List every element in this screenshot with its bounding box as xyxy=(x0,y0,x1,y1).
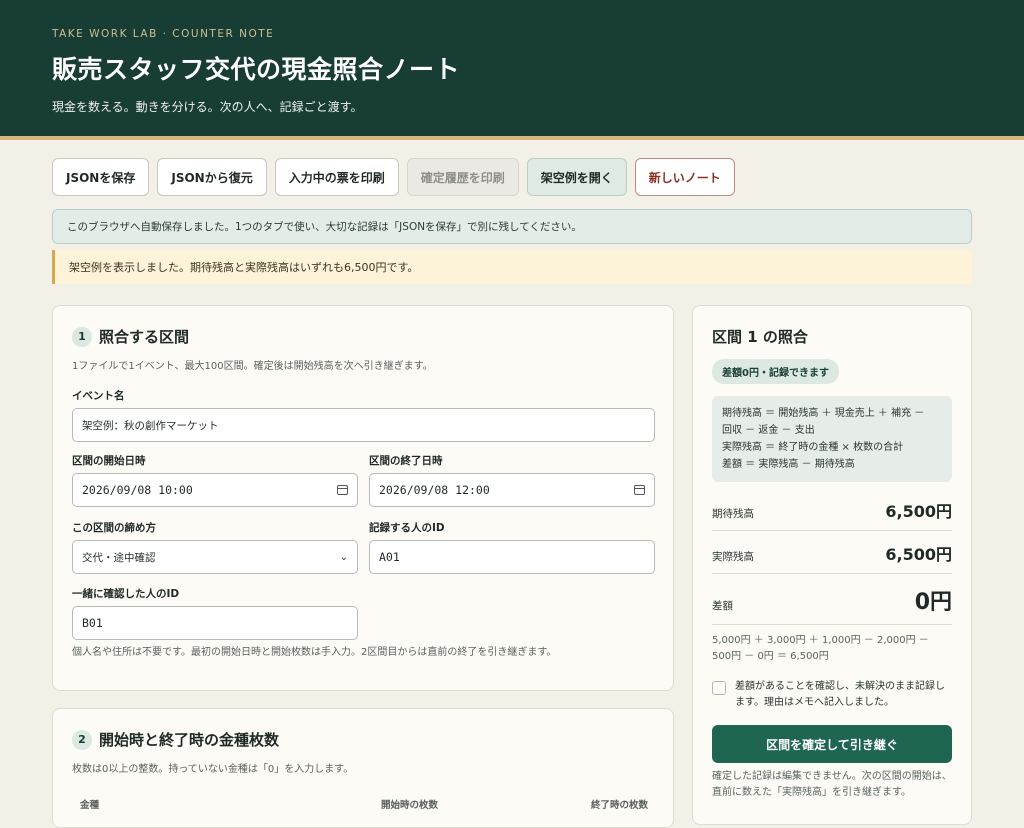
calculation-breakdown: 5,000円 ＋ 3,000円 ＋ 1,000円 － 2,000円 － 500円… xyxy=(712,633,952,665)
section-1-heading: 1 照合する区間 xyxy=(72,326,654,347)
witness-id-label: 一緒に確認した人のID xyxy=(72,588,180,600)
page-title: 販売スタッフ交代の現金照合ノート xyxy=(52,55,461,84)
start-datetime-input[interactable]: 2026/09/08 10:00 xyxy=(72,473,358,507)
event-name-value: 架空例：秋の創作マーケット xyxy=(82,419,219,432)
open-example-button[interactable]: 架空例を開く xyxy=(526,158,627,196)
calendar-icon[interactable] xyxy=(634,485,645,495)
formula-line: 期待残高 ＝ 開始残高 ＋ 現金売上 ＋ 補充 － xyxy=(722,408,925,419)
section-denomination-card: 2 開始時と終了時の金種枚数 枚数は0以上の整数。持っていない金種は「0」を入力… xyxy=(52,708,674,828)
app-header: TAKE WORK LAB · COUNTER NOTE 販売スタッフ交代の現金… xyxy=(0,0,1024,140)
calculation-line: 5,000円 ＋ 3,000円 ＋ 1,000円 － 2,000円 － xyxy=(712,635,929,646)
section-hint: 枚数は0以上の整数。持っていない金種は「0」を入力します。 xyxy=(72,764,354,775)
section-footnote: 個人名や住所は不要です。最初の開始日時と開始枚数は手入力。2区間目からは直前の終… xyxy=(72,647,557,658)
new-note-button[interactable]: 新しいノート xyxy=(634,158,735,196)
calendar-icon[interactable] xyxy=(337,485,348,495)
unresolved-confirm-label: 差額があることを確認し、未解決のまま記録します。理由はメモへ記入しました。 xyxy=(735,681,945,708)
event-name-input[interactable]: 架空例：秋の創作マーケット xyxy=(72,408,655,442)
calculation-line: 500円 － 0円 ＝ 6,500円 xyxy=(712,651,829,662)
section-number-badge: 2 xyxy=(72,729,92,750)
summary-title: 区間 1 の照合 xyxy=(712,328,808,346)
status-badge: 差額0円・記録できます xyxy=(712,359,839,384)
close-method-value: 交代・途中確認 xyxy=(82,551,156,564)
formula-line: 差額 ＝ 実際残高 － 期待残高 xyxy=(722,459,855,470)
start-datetime-label: 区間の開始日時 xyxy=(72,455,146,467)
confirm-after-note: 確定した記録は編集できません。次の区間の開始は、直前に数えた「実際残高」を引き継… xyxy=(712,771,952,798)
unresolved-confirm-checkbox[interactable] xyxy=(712,681,726,695)
section-hint: 1ファイルで1イベント、最大100区間。確定後は開始残高を次へ引き継ぎます。 xyxy=(72,361,433,372)
header-subtitle: 現金を数える。動きを分ける。次の人へ、記録ごと渡す。 xyxy=(52,100,363,114)
difference-label: 差額 xyxy=(712,600,733,612)
formula-line: 実際残高 ＝ 終了時の金種 × 枚数の合計 xyxy=(722,442,904,453)
confirm-and-carry-button[interactable]: 区間を確定して引き継ぐ xyxy=(712,725,952,763)
section-number-badge: 1 xyxy=(72,326,92,347)
unresolved-confirm-row[interactable]: 差額があることを確認し、未解決のまま記録します。理由はメモへ記入しました。 xyxy=(712,679,952,711)
example-alert: 架空例を表示しました。期待残高と実際残高はいずれも6,500円です。 xyxy=(52,250,972,284)
column-header-start-count: 開始時の枚数 xyxy=(381,800,439,811)
print-current-button[interactable]: 入力中の票を印刷 xyxy=(274,158,399,196)
end-datetime-label: 区間の終了日時 xyxy=(369,455,443,467)
restore-json-button[interactable]: JSONから復元 xyxy=(157,158,267,196)
expected-balance-value: 6,500円 xyxy=(885,502,952,521)
expected-balance-label: 期待残高 xyxy=(712,508,754,520)
section-2-heading: 2 開始時と終了時の金種枚数 xyxy=(72,729,654,750)
actual-balance-row: 実際残高 6,500円 xyxy=(712,531,952,574)
difference-row: 差額 0円 xyxy=(712,574,952,625)
print-history-button[interactable]: 確定履歴を印刷 xyxy=(406,158,519,196)
reconciliation-summary-card: 区間 1 の照合 差額0円・記録できます 期待残高 ＝ 開始残高 ＋ 現金売上 … xyxy=(692,305,972,825)
close-method-label: この区間の締め方 xyxy=(72,522,156,534)
actual-balance-value: 6,500円 xyxy=(885,545,952,564)
close-method-select[interactable]: 交代・途中確認 ⌄ xyxy=(72,540,358,574)
header-eyebrow: TAKE WORK LAB · COUNTER NOTE xyxy=(52,28,275,40)
section-title: 照合する区間 xyxy=(99,328,190,346)
column-header-denomination: 金種 xyxy=(80,800,100,811)
recorder-id-label: 記録する人のID xyxy=(369,522,445,534)
end-datetime-input[interactable]: 2026/09/08 12:00 xyxy=(369,473,655,507)
witness-id-value: B01 xyxy=(82,616,103,630)
section-title: 開始時と終了時の金種枚数 xyxy=(99,731,280,749)
autosave-notice: このブラウザへ自動保存しました。1つのタブで使い、大切な記録は「JSONを保存」… xyxy=(52,209,972,244)
chevron-down-icon: ⌄ xyxy=(339,551,348,563)
recorder-id-value: A01 xyxy=(379,550,400,564)
start-datetime-value: 2026/09/08 10:00 xyxy=(82,483,193,497)
formula-box: 期待残高 ＝ 開始残高 ＋ 現金売上 ＋ 補充 － 回収 － 返金 － 支出 実… xyxy=(712,396,952,482)
witness-id-input[interactable]: B01 xyxy=(72,606,358,640)
event-name-label: イベント名 xyxy=(72,390,125,402)
save-json-button[interactable]: JSONを保存 xyxy=(52,158,150,196)
difference-value: 0円 xyxy=(914,590,952,615)
end-datetime-value: 2026/09/08 12:00 xyxy=(379,483,490,497)
formula-line: 回収 － 返金 － 支出 xyxy=(722,425,815,436)
section-interval-card: 1 照合する区間 1ファイルで1イベント、最大100区間。確定後は開始残高を次へ… xyxy=(52,305,674,691)
recorder-id-input[interactable]: A01 xyxy=(369,540,655,574)
expected-balance-row: 期待残高 6,500円 xyxy=(712,488,952,531)
column-header-end-count: 終了時の枚数 xyxy=(591,800,649,811)
toolbar: JSONを保存 JSONから復元 入力中の票を印刷 確定履歴を印刷 架空例を開く… xyxy=(52,158,735,196)
actual-balance-label: 実際残高 xyxy=(712,551,754,563)
